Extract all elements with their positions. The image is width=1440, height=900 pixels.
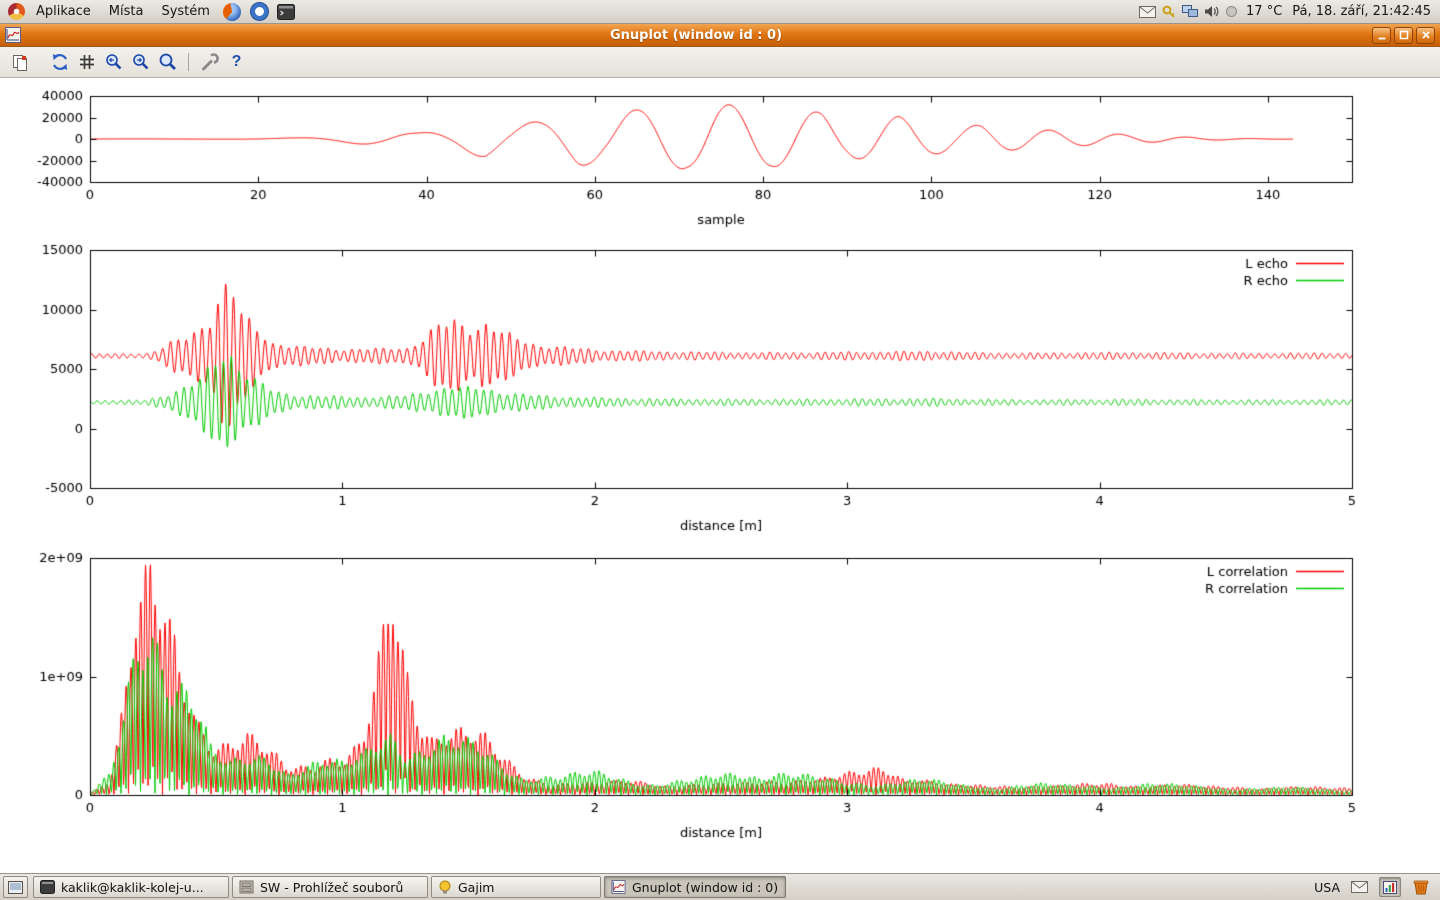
show-desktop-icon <box>8 881 23 894</box>
plot-canvas[interactable] <box>0 78 1440 873</box>
keyboard-layout-indicator[interactable]: USA <box>1314 880 1340 895</box>
help-icon: ? <box>232 54 242 70</box>
firefox-globe-icon <box>223 3 241 21</box>
taskbar-right: USA <box>1314 877 1437 897</box>
plot-area <box>0 78 1440 873</box>
firefox-launcher-icon[interactable] <box>222 1 243 22</box>
taskbar-item-terminal[interactable]: kaklik@kaklik-kolej-u... <box>33 876 229 898</box>
top-panel: Aplikace Místa Systém <box>0 0 1440 24</box>
window-titlebar[interactable]: Gnuplot (window id : 0) <box>0 24 1440 47</box>
taskbar-item-label: SW - Prohlížeč souborů <box>260 880 403 895</box>
window-buttons <box>1369 27 1435 44</box>
close-button[interactable] <box>1416 27 1435 44</box>
show-desktop-button[interactable] <box>3 876 28 898</box>
zoom-previous-icon <box>104 52 124 72</box>
toolbar-zoom-next-button[interactable] <box>127 50 154 75</box>
window-title: Gnuplot (window id : 0) <box>23 28 1369 43</box>
toolbar-grid-button[interactable] <box>73 50 100 75</box>
taskbar-item-label: Gnuplot (window id : 0) <box>632 880 778 895</box>
toolbar-zoom-previous-button[interactable] <box>100 50 127 75</box>
toolbar-replot-button[interactable] <box>46 50 73 75</box>
gnuplot-icon <box>611 880 626 894</box>
zoom-next-icon <box>131 52 151 72</box>
clock[interactable]: Pá, 18. září, 21:42:45 <box>1292 4 1431 19</box>
taskbar-item-label: Gajim <box>458 880 494 895</box>
tray-mail-icon[interactable] <box>1351 881 1368 893</box>
help-launcher-icon[interactable] <box>249 1 270 22</box>
minimize-button[interactable] <box>1372 27 1391 44</box>
weather-icon[interactable] <box>1225 5 1238 18</box>
menu-places[interactable]: Místa <box>100 0 153 23</box>
toolbar-separator <box>188 53 189 71</box>
tray-chart-button[interactable] <box>1379 877 1401 897</box>
taskbar-item-file-manager[interactable]: SW - Prohlížeč souborů <box>232 876 428 898</box>
trash-icon[interactable] <box>1412 878 1430 896</box>
mail-notifier-icon[interactable] <box>1139 6 1156 18</box>
panel-right: 17 °C Pá, 18. září, 21:42:45 <box>1136 0 1436 23</box>
temperature-label[interactable]: 17 °C <box>1246 4 1282 19</box>
taskbar-item-label: kaklik@kaklik-kolej-u... <box>61 880 204 895</box>
copy-to-clipboard-icon <box>10 53 29 72</box>
maximize-button[interactable] <box>1394 27 1413 44</box>
panel-left: Aplikace Místa Systém <box>4 0 300 23</box>
terminal-icon <box>277 4 295 20</box>
taskbar-item-gnuplot[interactable]: Gnuplot (window id : 0) <box>604 876 786 898</box>
life-ring-icon <box>251 3 268 20</box>
volume-icon[interactable] <box>1204 5 1219 18</box>
chart-icon <box>1383 881 1397 894</box>
wrench-icon <box>200 52 220 72</box>
keyring-icon[interactable] <box>1162 5 1176 19</box>
terminal-launcher-icon[interactable] <box>276 1 297 22</box>
menu-applications[interactable]: Aplikace <box>27 0 100 23</box>
toolbar-autoscale-button[interactable] <box>154 50 181 75</box>
distro-logo-icon[interactable] <box>8 3 25 20</box>
replot-icon <box>50 52 70 72</box>
terminal-icon <box>40 880 55 894</box>
gnuplot-window-icon <box>5 27 23 43</box>
gajim-icon <box>438 880 452 894</box>
toolbar-copy-button[interactable] <box>6 50 33 75</box>
menu-system[interactable]: Systém <box>152 0 218 23</box>
toolbar-help-button[interactable]: ? <box>223 50 250 75</box>
toolbar-configure-button[interactable] <box>196 50 223 75</box>
taskbar-item-gajim[interactable]: Gajim <box>431 876 601 898</box>
autoscale-icon <box>158 52 178 72</box>
grid-icon <box>78 53 96 71</box>
network-monitors-icon[interactable] <box>1182 5 1198 18</box>
screen: Aplikace Místa Systém <box>0 0 1440 900</box>
window-toolbar: ? <box>0 47 1440 78</box>
taskbar: kaklik@kaklik-kolej-u... SW - Prohlížeč … <box>0 873 1440 900</box>
file-manager-icon <box>239 880 254 894</box>
